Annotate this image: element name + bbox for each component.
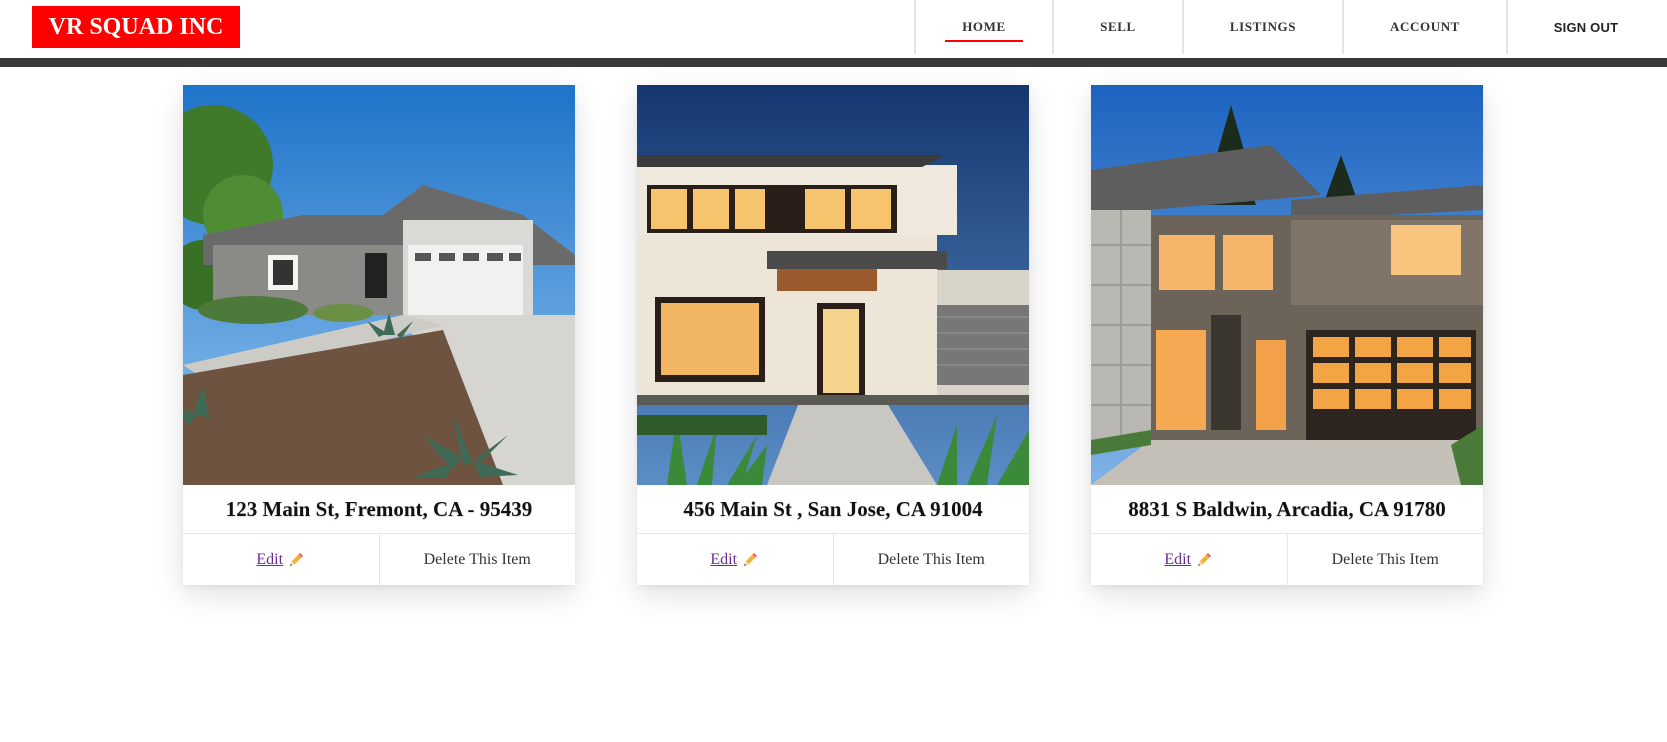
listing-actions: Edit Delete This Item xyxy=(637,533,1029,585)
delete-button[interactable]: Delete This Item xyxy=(1288,534,1484,585)
nav-home-label: HOME xyxy=(962,19,1006,34)
listing-address: 456 Main St , San Jose, CA 91004 xyxy=(683,497,983,521)
nav-sell[interactable]: SELL xyxy=(1052,0,1182,54)
brand-logo[interactable]: VR SQUAD INC xyxy=(32,6,240,48)
listing-address: 8831 S Baldwin, Arcadia, CA 91780 xyxy=(1128,497,1446,521)
nav-account-label: ACCOUNT xyxy=(1390,19,1460,34)
nav-home[interactable]: HOME xyxy=(914,0,1052,54)
nav-sign-out-label: SIGN OUT xyxy=(1553,19,1619,35)
delete-button[interactable]: Delete This Item xyxy=(834,534,1030,585)
edit-button[interactable]: Edit xyxy=(637,534,834,585)
edit-label: Edit xyxy=(710,550,738,568)
house-photo-arcadia xyxy=(1091,85,1483,485)
house-photo-san-jose xyxy=(637,85,1029,485)
header-divider-strip xyxy=(0,58,1667,67)
edit-button[interactable]: Edit xyxy=(1091,534,1288,585)
delete-label: Delete This Item xyxy=(1331,550,1439,568)
listing-card: 8831 S Baldwin, Arcadia, CA 91780 Edit D… xyxy=(1091,85,1483,585)
edit-button[interactable]: Edit xyxy=(183,534,380,585)
pencil-icon xyxy=(1198,552,1212,566)
house-photo-fremont xyxy=(183,85,575,485)
edit-label: Edit xyxy=(1164,550,1192,568)
nav-listings[interactable]: LISTINGS xyxy=(1182,0,1342,54)
listing-card: 123 Main St, Fremont, CA - 95439 Edit De… xyxy=(183,85,575,585)
top-navbar: VR SQUAD INC HOME SELL LISTINGS ACCOUNT … xyxy=(0,0,1667,54)
nav-listings-label: LISTINGS xyxy=(1229,19,1297,34)
nav-account[interactable]: ACCOUNT xyxy=(1342,0,1506,54)
pencil-icon xyxy=(290,552,304,566)
listing-actions: Edit Delete This Item xyxy=(1091,533,1483,585)
pencil-icon xyxy=(744,552,758,566)
listing-card: 456 Main St , San Jose, CA 91004 Edit De… xyxy=(637,85,1029,585)
edit-label: Edit xyxy=(256,550,284,568)
delete-label: Delete This Item xyxy=(423,550,531,568)
delete-button[interactable]: Delete This Item xyxy=(380,534,576,585)
nav-sell-label: SELL xyxy=(1100,19,1136,34)
delete-label: Delete This Item xyxy=(877,550,985,568)
listing-address: 123 Main St, Fremont, CA - 95439 xyxy=(225,497,533,521)
listing-actions: Edit Delete This Item xyxy=(183,533,575,585)
main-nav: HOME SELL LISTINGS ACCOUNT SIGN OUT xyxy=(914,0,1664,54)
nav-sign-out[interactable]: SIGN OUT xyxy=(1506,0,1664,54)
